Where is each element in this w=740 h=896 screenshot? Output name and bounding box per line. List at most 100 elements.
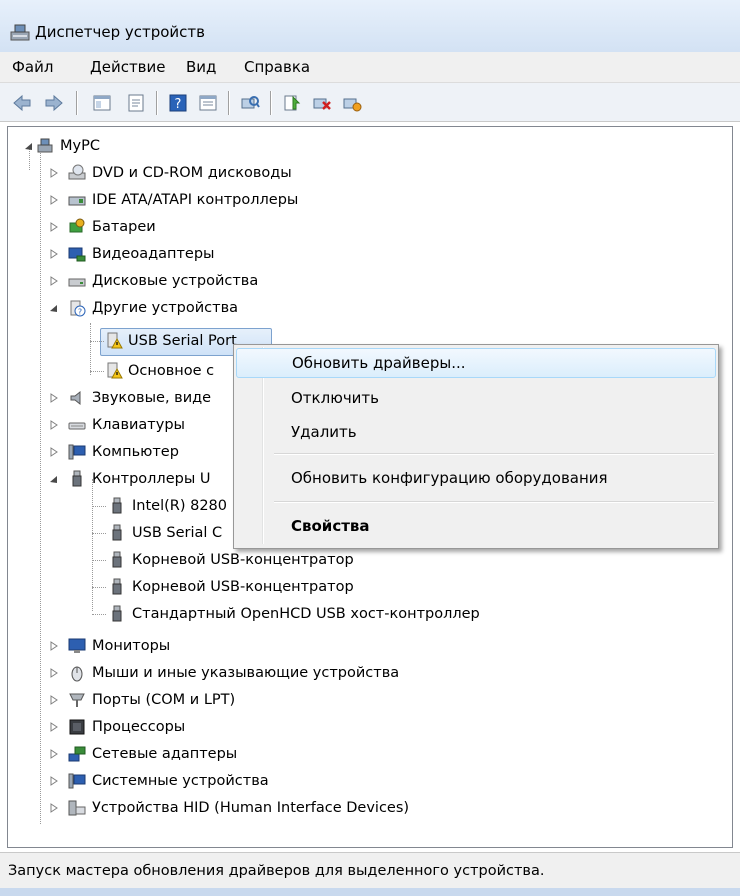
tree-item-video-adapters[interactable]: Видеоадаптеры — [8, 241, 708, 267]
expand-arrow-icon[interactable] — [48, 160, 60, 186]
ide-controller-icon — [68, 196, 86, 206]
tree-item-label: Мыши и иные указывающие устройства — [92, 665, 400, 681]
monitor-icon — [68, 638, 86, 653]
usb-icon — [112, 605, 122, 622]
usb-icon — [112, 524, 122, 541]
tree-item-label: Стандартный OpenHCD USB хост-контроллер — [132, 606, 480, 622]
status-text: Запуск мастера обновления драйверов для … — [8, 863, 545, 879]
dvd-drive-icon — [68, 164, 86, 180]
expand-arrow-icon[interactable] — [48, 741, 60, 767]
tree-item-label: Системные устройства — [92, 773, 269, 789]
svg-text:?: ? — [175, 97, 182, 112]
expand-arrow-icon[interactable] — [48, 385, 60, 411]
status-bar: Запуск мастера обновления драйверов для … — [0, 852, 740, 896]
menu-help[interactable]: Справка — [244, 58, 310, 76]
expand-arrow-icon[interactable] — [48, 633, 60, 659]
tree-item-label: Видеоадаптеры — [92, 246, 215, 262]
tree-item-other-devices[interactable]: ? Другие устройства — [8, 295, 708, 321]
tree-item-root-hub-1[interactable]: Корневой USB-концентратор — [8, 547, 708, 573]
menu-item-scan-hardware[interactable]: Обновить конфигурацию оборудования — [236, 463, 714, 493]
tree-item-label: Корневой USB-концентратор — [132, 552, 354, 568]
tree-item-label: Корневой USB-концентратор — [132, 579, 354, 595]
tree-item-ports[interactable]: Порты (COM и LPT) — [8, 687, 708, 713]
tree-item-label: Компьютер — [92, 444, 179, 460]
menu-item-disable[interactable]: Отключить — [236, 383, 714, 413]
speaker-icon — [70, 390, 81, 406]
menu-view[interactable]: Вид — [186, 58, 216, 76]
tree-item-mice[interactable]: Мыши и иные указывающие устройства — [8, 660, 708, 686]
toolbar-separator — [228, 91, 230, 115]
usb-icon — [112, 578, 122, 595]
tree-item-monitors[interactable]: Мониторы — [8, 633, 708, 659]
tree-root[interactable]: MyPC — [8, 133, 708, 159]
menu-item-update-drivers[interactable]: Обновить драйверы... — [236, 348, 716, 378]
battery-icon — [69, 218, 85, 233]
tree-item-label: Устройства HID (Human Interface Devices) — [92, 800, 410, 816]
menu-item-properties[interactable]: Свойства — [236, 511, 714, 541]
usb-icon — [112, 497, 122, 514]
expand-arrow-icon[interactable] — [48, 214, 60, 240]
expand-arrow-icon[interactable] — [48, 714, 60, 740]
tree-item-system-devices[interactable]: Системные устройства — [8, 768, 708, 794]
view-icon[interactable] — [198, 93, 218, 113]
tree-item-label: Мониторы — [92, 638, 171, 654]
back-icon[interactable] — [12, 93, 32, 113]
disable-icon[interactable] — [342, 93, 362, 113]
expand-arrow-icon[interactable] — [48, 439, 60, 465]
device-manager-icon — [10, 24, 30, 41]
collapse-arrow-icon[interactable] — [23, 133, 35, 159]
computer-icon — [68, 444, 86, 460]
tree-item-label: IDE ATA/ATAPI контроллеры — [92, 192, 299, 208]
scan-hardware-icon[interactable] — [240, 93, 260, 113]
menu-action[interactable]: Действие — [90, 58, 166, 76]
tree-item-label: Контроллеры U — [92, 471, 211, 487]
expand-arrow-icon[interactable] — [48, 187, 60, 213]
expand-arrow-icon[interactable] — [48, 687, 60, 713]
tree-item-label: Основное с — [128, 363, 215, 379]
menu-separator — [274, 501, 714, 503]
tree-item-label: USB Serial C — [132, 525, 223, 541]
expand-arrow-icon[interactable] — [48, 412, 60, 438]
tree-item-root-hub-2[interactable]: Корневой USB-концентратор — [8, 574, 708, 600]
expand-arrow-icon[interactable] — [48, 268, 60, 294]
tree-item-ide[interactable]: IDE ATA/ATAPI контроллеры — [8, 187, 708, 213]
usb-icon — [72, 470, 82, 487]
tree-item-label: Звуковые, виде — [92, 390, 212, 406]
expand-arrow-icon[interactable] — [48, 660, 60, 686]
processor-icon — [69, 719, 85, 735]
tree-root-label: MyPC — [60, 138, 100, 154]
forward-icon[interactable] — [44, 93, 64, 113]
tree-item-network[interactable]: Сетевые адаптеры — [8, 741, 708, 767]
tree-item-label: DVD и CD-ROM дисководы — [92, 165, 292, 181]
show-hide-tree-icon[interactable] — [92, 93, 112, 113]
toolbar-separator — [270, 91, 272, 115]
tree-item-label: Клавиатуры — [92, 417, 185, 433]
menu-file[interactable]: Файл — [12, 58, 53, 76]
tree-item-batteries[interactable]: Батареи — [8, 214, 708, 240]
update-driver-icon[interactable] — [282, 93, 302, 113]
network-adapter-icon — [68, 746, 86, 762]
expand-arrow-icon[interactable] — [48, 795, 60, 821]
tree-item-dvd[interactable]: DVD и CD-ROM дисководы — [8, 160, 708, 186]
tree-item-processors[interactable]: Процессоры — [8, 714, 708, 740]
tree-item-label: Intel(R) 8280 — [132, 498, 228, 514]
help-icon[interactable]: ? — [168, 93, 188, 113]
port-icon — [69, 693, 85, 707]
tree-item-openhcd[interactable]: Стандартный OpenHCD USB хост-контроллер — [8, 601, 708, 627]
tree-item-hid[interactable]: Устройства HID (Human Interface Devices) — [8, 795, 708, 821]
tree-item-label: Сетевые адаптеры — [92, 746, 238, 762]
expand-arrow-icon[interactable] — [48, 241, 60, 267]
uninstall-icon[interactable] — [312, 93, 332, 113]
collapse-arrow-icon[interactable] — [48, 466, 60, 492]
keyboard-icon — [68, 422, 86, 430]
tree-item-label: Дисковые устройства — [92, 273, 259, 289]
properties-icon[interactable] — [126, 93, 146, 113]
tree-item-label: Другие устройства — [92, 300, 239, 316]
tree-item-disk-drives[interactable]: Дисковые устройства — [8, 268, 708, 294]
menu-item-delete[interactable]: Удалить — [236, 417, 714, 447]
expand-arrow-icon[interactable] — [48, 768, 60, 794]
usb-icon — [112, 551, 122, 568]
collapse-arrow-icon[interactable] — [48, 295, 60, 321]
mouse-icon — [71, 666, 83, 682]
unknown-device-icon: ? — [70, 300, 86, 317]
